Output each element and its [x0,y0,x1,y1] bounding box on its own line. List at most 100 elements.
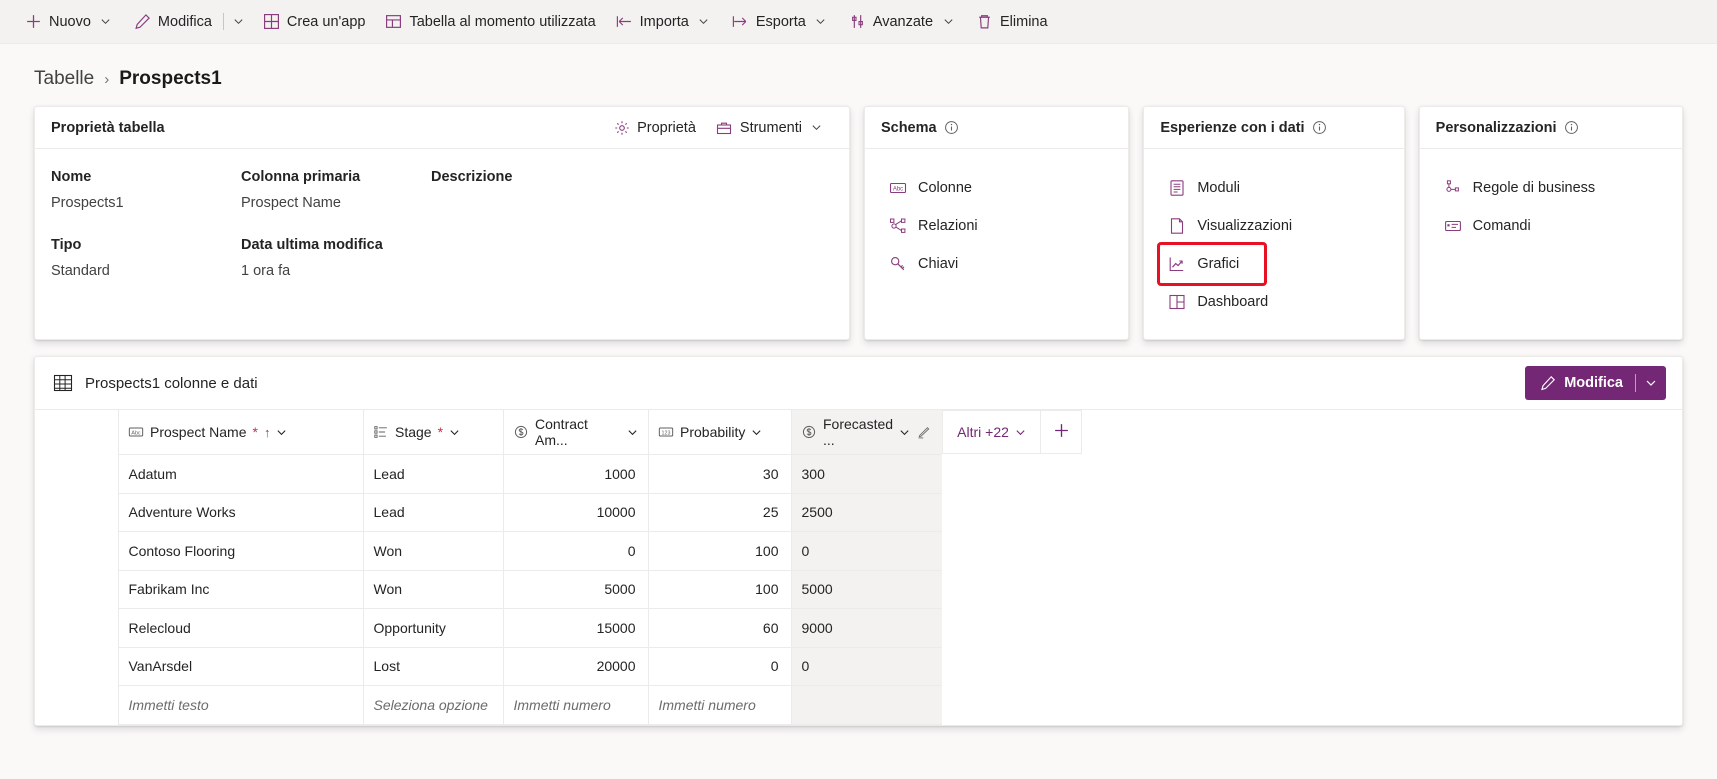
cell-stage[interactable]: Lost [362,646,503,686]
sidebar-item-business-rules[interactable]: Regole di business [1436,169,1666,207]
command-delete[interactable]: Elimina [967,6,1057,38]
info-icon[interactable] [1312,120,1327,135]
schema-body: Abc Colonne Relazioni Chiavi [865,149,1128,339]
command-import[interactable]: Importa [607,6,721,38]
cell-probability[interactable]: 100 [647,531,791,570]
currency-icon [513,424,529,440]
new-record-amount-input[interactable]: Immetti numero [502,685,648,725]
cell-forecasted[interactable]: 0 [790,646,943,686]
schema-title: Schema [881,120,959,136]
new-record-row[interactable]: Immetti testo Seleziona opzione Immetti … [35,685,1082,725]
new-record-stage-input[interactable]: Seleziona opzione [362,685,503,725]
cell-stage[interactable]: Won [362,531,503,570]
data-experiences-title-label: Esperienze con i dati [1160,119,1305,136]
column-header-forecasted[interactable]: Forecasted ... [791,410,943,455]
command-new[interactable]: Nuovo [16,6,123,38]
sidebar-item-relationships[interactable]: Relazioni [881,207,1112,245]
properties-button[interactable]: Proprietà [605,113,704,143]
breadcrumb-tables-link[interactable]: Tabelle [34,68,94,90]
new-record-name-input[interactable]: Immetti testo [117,685,363,725]
cell-probability[interactable]: 25 [647,492,791,532]
cell-contract-amount[interactable]: 20000 [502,646,648,686]
cell-prospect-name[interactable]: Adventure Works [117,492,363,532]
chevron-down-icon[interactable] [98,14,114,30]
cell-probability[interactable]: 100 [647,569,791,609]
cell-prospect-name[interactable]: Contoso Flooring [117,531,363,570]
add-column-button[interactable] [1040,410,1083,455]
sidebar-item-forms[interactable]: Moduli [1160,169,1387,207]
cell-forecasted[interactable]: 0 [790,531,943,570]
cell-stage[interactable]: Lead [362,454,503,493]
more-columns-button[interactable]: Altri +22 [942,410,1041,455]
cell-prospect-name[interactable]: Relecloud [117,608,363,647]
cell-forecasted[interactable]: 5000 [790,569,943,609]
info-icon[interactable] [944,120,959,135]
chevron-down-icon[interactable] [899,427,910,438]
cell-contract-amount[interactable]: 1000 [502,454,648,493]
command-create-app[interactable]: Crea un'app [254,6,375,38]
row-tail [942,609,1082,648]
chevron-down-icon [809,120,825,136]
chevron-down-icon[interactable] [813,14,829,30]
command-edit[interactable]: Modifica [125,6,221,38]
cell-probability[interactable]: 0 [647,646,791,686]
cell-forecasted[interactable]: 9000 [790,608,943,647]
cell-prospect-name[interactable]: Adatum [117,454,363,493]
column-header-prospect-name[interactable]: Abc Prospect Name * ↑ [118,410,363,455]
column-header-stage[interactable]: Stage * [363,410,503,455]
cell-forecasted[interactable]: 2500 [790,492,943,532]
cell-prospect-name[interactable]: Fabrikam Inc [117,569,363,609]
column-header-probability[interactable]: 123 Probability [648,410,791,455]
sidebar-item-charts[interactable]: Grafici [1157,242,1268,286]
cell-probability[interactable]: 60 [647,608,791,647]
edit-data-button-caret[interactable] [1636,366,1666,400]
edit-data-button[interactable]: Modifica [1525,366,1666,400]
table-properties-body: Nome Colonna primaria Descrizione Prospe… [35,149,849,339]
new-record-probability-input[interactable]: Immetti numero [647,685,791,725]
chevron-down-icon[interactable] [940,14,956,30]
cell-contract-amount[interactable]: 5000 [502,569,648,609]
info-icon[interactable] [1564,120,1579,135]
cell-prospect-name[interactable]: VanArsdel [117,646,363,686]
sidebar-item-keys[interactable]: Chiavi [881,245,1112,283]
cell-contract-amount[interactable]: 0 [502,531,648,570]
chevron-down-icon[interactable] [276,427,287,438]
command-export[interactable]: Esporta [723,6,838,38]
table-row[interactable]: Contoso Flooring Won 0 100 0 [35,531,1082,570]
cell-stage[interactable]: Won [362,569,503,609]
chevron-down-icon[interactable] [696,14,712,30]
cell-contract-amount[interactable]: 15000 [502,608,648,647]
cell-stage[interactable]: Opportunity [362,608,503,647]
business-rules-icon [1444,179,1462,197]
column-header-contract-amount[interactable]: Contract Am... [503,410,648,455]
table-row[interactable]: Fabrikam Inc Won 5000 100 5000 [35,569,1082,609]
sidebar-item-views-label: Visualizzazioni [1197,218,1293,234]
edit-data-button-main[interactable]: Modifica [1525,366,1635,400]
table-properties-grid: Nome Colonna primaria Descrizione Prospe… [51,169,833,279]
table-row[interactable]: Relecloud Opportunity 15000 60 9000 [35,608,1082,648]
column-header-more-wrap: Altri +22 [942,410,1083,455]
sidebar-item-columns[interactable]: Abc Colonne [881,169,1112,207]
data-grid-header: Prospects1 colonne e dati Modifica [35,357,1682,410]
chevron-down-icon[interactable] [751,427,762,438]
label-primary-column: Colonna primaria [241,169,361,185]
command-advanced[interactable]: Avanzate [840,6,965,38]
row-tail [942,686,1082,725]
chevron-down-icon[interactable] [449,427,460,438]
cell-contract-amount[interactable]: 10000 [502,492,648,532]
tools-button[interactable]: Strumenti [708,113,833,143]
sidebar-item-views[interactable]: Visualizzazioni [1160,207,1387,245]
table-row[interactable]: VanArsdel Lost 20000 0 0 [35,646,1082,686]
table-row[interactable]: Adventure Works Lead 10000 25 2500 [35,492,1082,532]
command-edit-caret[interactable] [226,6,252,38]
table-row[interactable]: Adatum Lead 1000 30 300 [35,454,1082,493]
sidebar-item-commands[interactable]: Comandi [1436,207,1666,245]
sidebar-item-dashboards[interactable]: Dashboard [1160,283,1387,321]
cell-forecasted[interactable]: 300 [790,454,943,493]
cell-stage[interactable]: Lead [362,492,503,532]
cell-probability[interactable]: 30 [647,454,791,493]
gear-icon [613,119,630,136]
sidebar-item-business-rules-label: Regole di business [1472,180,1596,196]
chevron-down-icon[interactable] [627,427,638,438]
command-table-in-use[interactable]: Tabella al momento utilizzata [376,6,604,38]
